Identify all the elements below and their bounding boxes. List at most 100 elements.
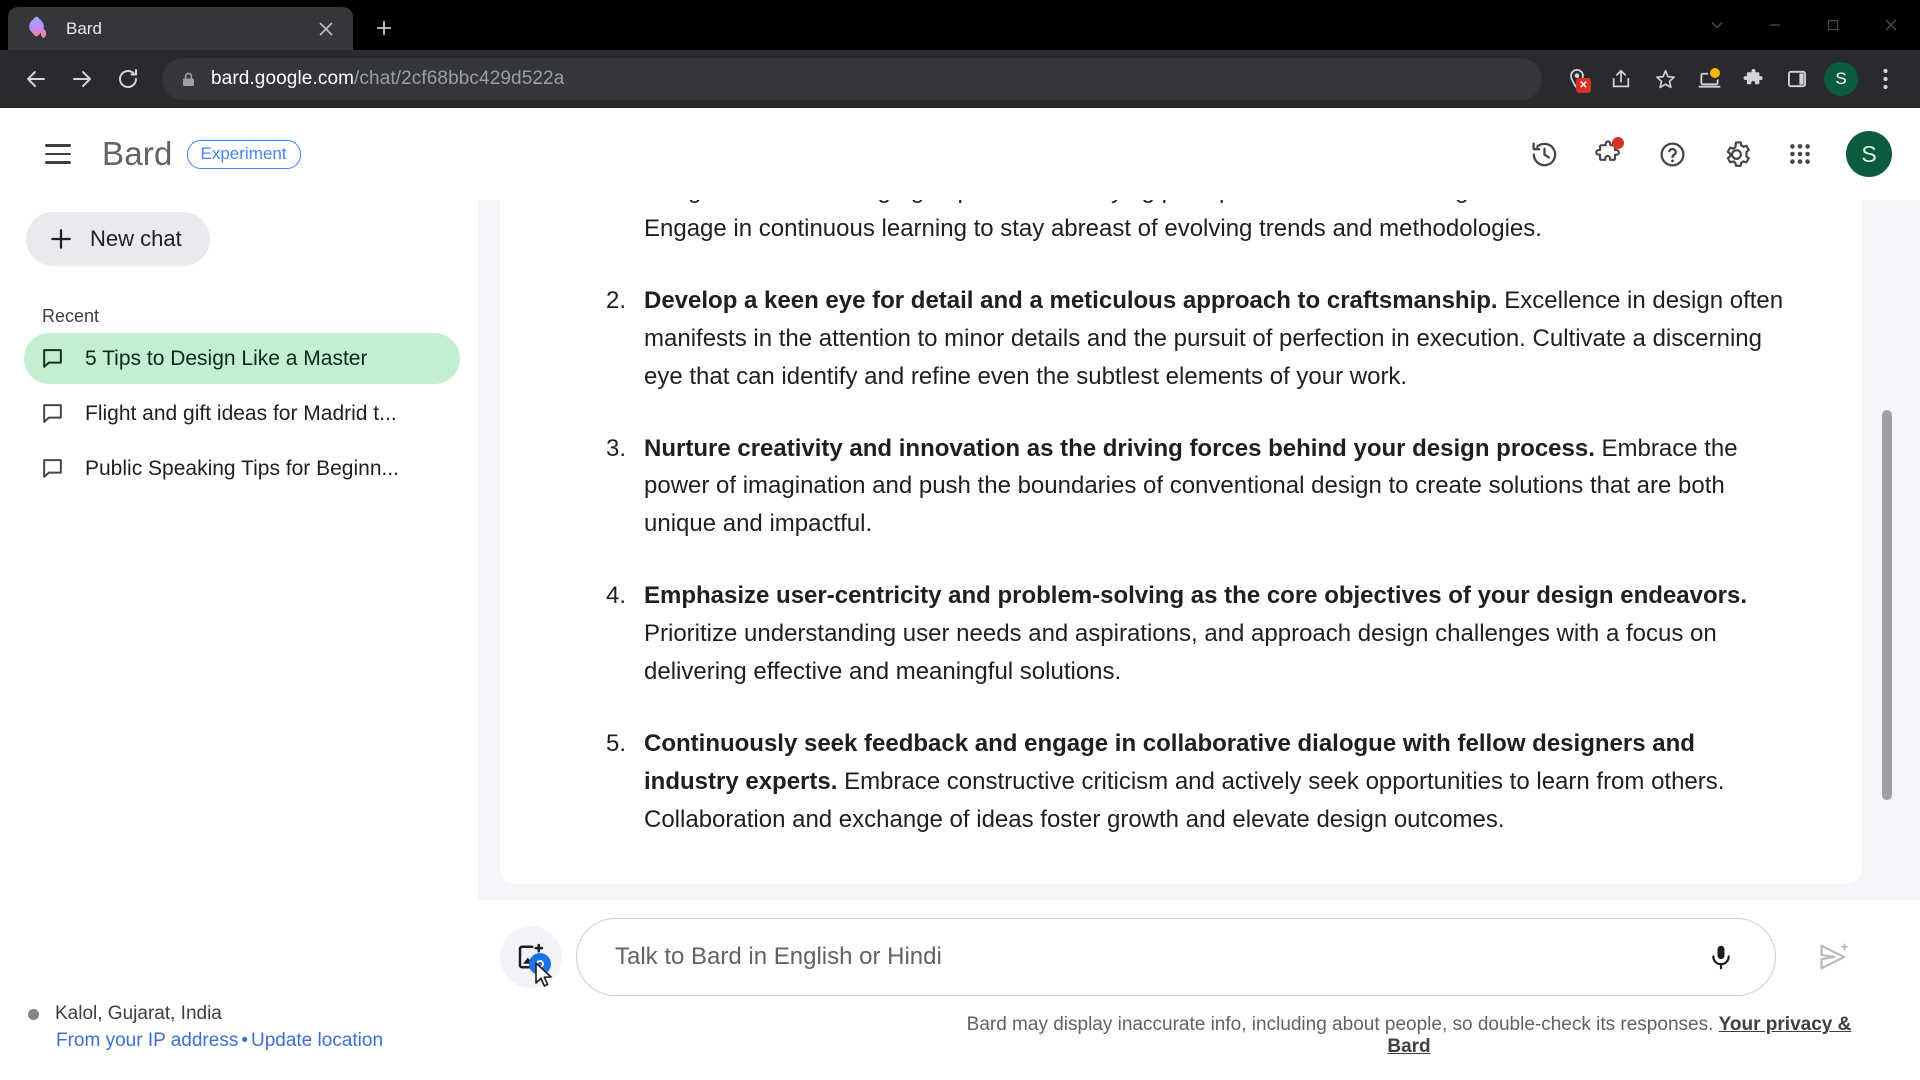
location-blocked-icon[interactable]: ✕ (1556, 58, 1598, 100)
settings-gear-icon[interactable] (1710, 128, 1762, 180)
browser-toolbar: bard.google.com/chat/2cf68bbc429d522a ✕ (0, 50, 1920, 108)
page-body: New chat Recent 5 Tips to Design Like a … (0, 200, 1920, 1080)
sidebar-chat-item[interactable]: Public Speaking Tips for Beginn... (24, 443, 460, 494)
location-source-link[interactable]: From your IP address (56, 1030, 238, 1051)
url-domain: bard.google.com (211, 68, 355, 89)
list-item: 3. Nurture creativity and innovation as … (596, 430, 1792, 544)
response-card: design lies in a thorough grasp of the u… (500, 200, 1862, 884)
conversation-scroll-region: design lies in a thorough grasp of the u… (478, 200, 1920, 900)
share-icon[interactable] (1600, 58, 1642, 100)
update-location-link[interactable]: Update location (251, 1030, 383, 1051)
url-path: /chat/2cf68bbc429d522a (354, 68, 565, 89)
tab-strip: Bard (0, 0, 1920, 50)
sidebar: New chat Recent 5 Tips to Design Like a … (0, 200, 478, 1080)
chat-input-container[interactable]: Talk to Bard in English or Hindi (576, 918, 1776, 996)
tab-search-chevron-down-icon[interactable] (1688, 0, 1746, 50)
bard-sparkle-icon (25, 15, 50, 40)
new-tab-button[interactable] (367, 11, 401, 45)
list-number: 5. (605, 729, 626, 757)
new-chat-label: New chat (90, 226, 182, 251)
location-dot-icon (28, 1008, 39, 1020)
chat-bubble-icon (40, 346, 65, 371)
list-number: 3. (605, 434, 626, 462)
forward-arrow-icon[interactable] (60, 57, 104, 101)
disclaimer: Bard may display inaccurate info, includ… (478, 1006, 1920, 1080)
minimize-button[interactable] (1746, 0, 1804, 50)
list-text-bold: Emphasize user-centricity and problem-so… (644, 582, 1747, 610)
composer: Talk to Bard in English or Hindi (478, 900, 1920, 1006)
scrollbar-thumb[interactable] (1882, 410, 1892, 800)
google-lens-badge-icon (529, 953, 551, 975)
url-text: bard.google.com/chat/2cf68bbc429d522a (211, 68, 564, 90)
send-button[interactable] (1804, 928, 1862, 986)
bard-page: Bard Experiment S New chat Recent 5 Tips… (0, 108, 1920, 1080)
close-icon[interactable] (313, 16, 339, 42)
google-apps-grid-icon[interactable] (1774, 128, 1826, 180)
maximize-button[interactable] (1804, 0, 1862, 50)
page-title: Bard (102, 135, 173, 172)
sidebar-chat-item[interactable]: 5 Tips to Design Like a Master (24, 333, 460, 384)
recent-chat-list: 5 Tips to Design Like a Master Flight an… (0, 333, 478, 494)
window-controls (1688, 0, 1920, 50)
header-icon-group: S (1518, 128, 1892, 180)
notification-dot (1708, 66, 1722, 80)
three-dot-menu-icon[interactable] (1864, 58, 1906, 100)
partial-paragraph: design lies in a thorough grasp of the u… (644, 200, 1771, 242)
list-item: 2. Develop a keen eye for detail and a m… (596, 282, 1792, 396)
brand: Bard Experiment (102, 135, 301, 173)
side-panel-icon[interactable] (1776, 58, 1818, 100)
extensions-puzzle-icon[interactable] (1732, 58, 1774, 100)
location-place: Kalol, Gujarat, India (55, 1003, 222, 1024)
lock-icon (180, 71, 197, 88)
back-arrow-icon[interactable] (14, 57, 58, 101)
bookmark-star-icon[interactable] (1644, 58, 1686, 100)
chat-bubble-icon (40, 456, 65, 481)
recent-section-label: Recent (42, 306, 100, 326)
notification-dot (1612, 137, 1624, 149)
close-window-button[interactable] (1862, 0, 1920, 50)
plus-icon (48, 226, 74, 252)
main-content: design lies in a thorough grasp of the u… (478, 200, 1920, 1080)
toolbar-icon-group: ✕ S (1556, 58, 1906, 100)
browser-tab-bard[interactable]: Bard (8, 7, 353, 50)
list-text-rest: Prioritize understanding user needs and … (644, 620, 1717, 686)
list-text-bold: Develop a keen eye for detail and a meti… (644, 286, 1498, 314)
blocked-badge: ✕ (1576, 78, 1591, 93)
hamburger-icon[interactable] (32, 128, 84, 180)
chat-title: Flight and gift ideas for Madrid t... (85, 401, 397, 425)
list-text: Emphasize user-centricity and problem-so… (644, 577, 1792, 691)
chat-title: 5 Tips to Design Like a Master (85, 346, 368, 370)
location-block: Kalol, Gujarat, India From your IP addre… (0, 1003, 478, 1058)
disclaimer-text: Bard may display inaccurate info, includ… (966, 1014, 1714, 1035)
scrollbar-track[interactable] (1882, 200, 1892, 900)
reload-icon[interactable] (106, 57, 150, 101)
list-item: 4. Emphasize user-centricity and problem… (596, 577, 1792, 691)
cast-laptop-icon[interactable] (1688, 58, 1730, 100)
list-item: 5. Continuously seek feedback and engage… (596, 725, 1792, 839)
chat-input-placeholder[interactable]: Talk to Bard in English or Hindi (615, 943, 1697, 971)
new-chat-button[interactable]: New chat (26, 212, 210, 266)
history-icon[interactable] (1518, 128, 1570, 180)
list-number: 2. (605, 286, 626, 314)
response-body: design lies in a thorough grasp of the u… (500, 200, 1862, 839)
list-text: Develop a keen eye for detail and a meti… (644, 282, 1792, 396)
user-avatar[interactable]: S (1846, 131, 1892, 177)
add-image-lens-icon[interactable] (500, 926, 562, 988)
list-number: 4. (605, 582, 626, 610)
location-links: From your IP address • Update location (28, 1030, 478, 1052)
list-text: Nurture creativity and innovation as the… (644, 430, 1792, 544)
tips-list: 2. Develop a keen eye for detail and a m… (596, 282, 1792, 839)
chat-title: Public Speaking Tips for Beginn... (85, 456, 400, 480)
chat-bubble-icon (40, 401, 65, 426)
list-text-bold: Nurture creativity and innovation as the… (644, 434, 1595, 462)
extensions-icon[interactable] (1582, 128, 1634, 180)
microphone-icon[interactable] (1697, 933, 1745, 981)
browser-profile-avatar[interactable]: S (1824, 62, 1858, 96)
help-icon[interactable] (1646, 128, 1698, 180)
bard-app-header: Bard Experiment S (0, 108, 1920, 200)
tab-title: Bard (66, 18, 102, 38)
address-bar[interactable]: bard.google.com/chat/2cf68bbc429d522a (162, 58, 1542, 100)
location-separator: • (241, 1030, 248, 1051)
sidebar-chat-item[interactable]: Flight and gift ideas for Madrid t... (24, 388, 460, 439)
list-text: Continuously seek feedback and engage in… (644, 725, 1792, 839)
